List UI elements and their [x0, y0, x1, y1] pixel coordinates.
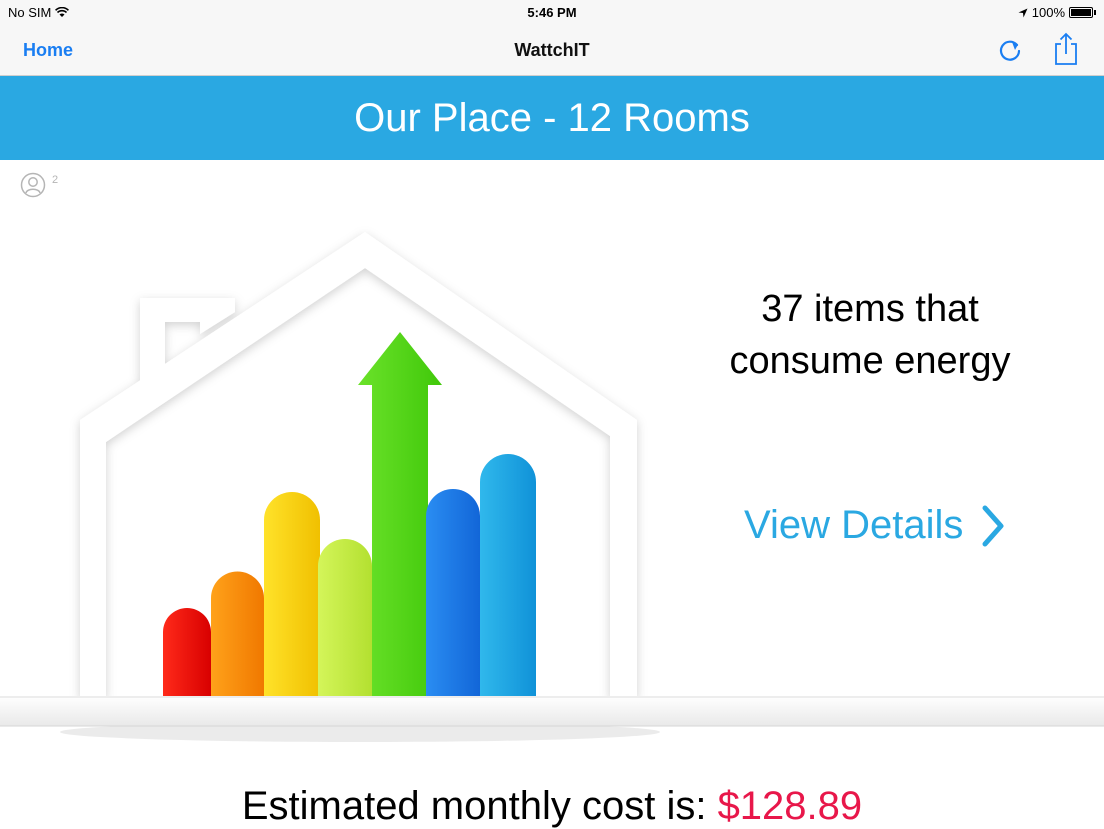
view-details-label: View Details — [744, 503, 964, 547]
status-right: 100% — [1018, 5, 1096, 20]
house-shelf — [0, 696, 1104, 726]
energy-bars — [163, 332, 536, 698]
view-details-button[interactable]: View Details — [744, 503, 1005, 548]
battery-percent: 100% — [1031, 5, 1065, 20]
chevron-right-icon — [982, 505, 1004, 546]
share-icon[interactable] — [1052, 32, 1080, 66]
users-count: 2 — [52, 174, 59, 186]
status-bar: No SIM 5:46 PM 100% — [0, 0, 1104, 26]
bar-cyan — [480, 454, 536, 698]
nav-title: WattchIT — [514, 40, 590, 60]
refresh-icon[interactable] — [996, 36, 1024, 64]
energy-items-count: 37 items that consume energy — [729, 288, 1011, 382]
users-badge[interactable]: 2 — [20, 172, 58, 198]
cost-value: $128.89 — [717, 784, 863, 828]
location-banner: Our Place - 12 Rooms — [0, 76, 1104, 160]
location-arrow-icon — [1018, 8, 1028, 17]
bar-yellow — [264, 492, 320, 698]
estimated-cost: Estimated monthly cost is: $128.89 — [0, 784, 1104, 829]
bar-blue — [426, 489, 480, 698]
battery-icon — [1069, 7, 1096, 18]
navigation-bar: Home WattchIT — [0, 26, 1104, 76]
status-time: 5:46 PM — [527, 5, 577, 20]
bar-lime — [318, 539, 372, 698]
cost-label: Estimated monthly cost is: — [241, 784, 718, 828]
bar-red — [163, 608, 211, 698]
bar-orange — [211, 571, 264, 698]
user-icon — [20, 172, 46, 198]
